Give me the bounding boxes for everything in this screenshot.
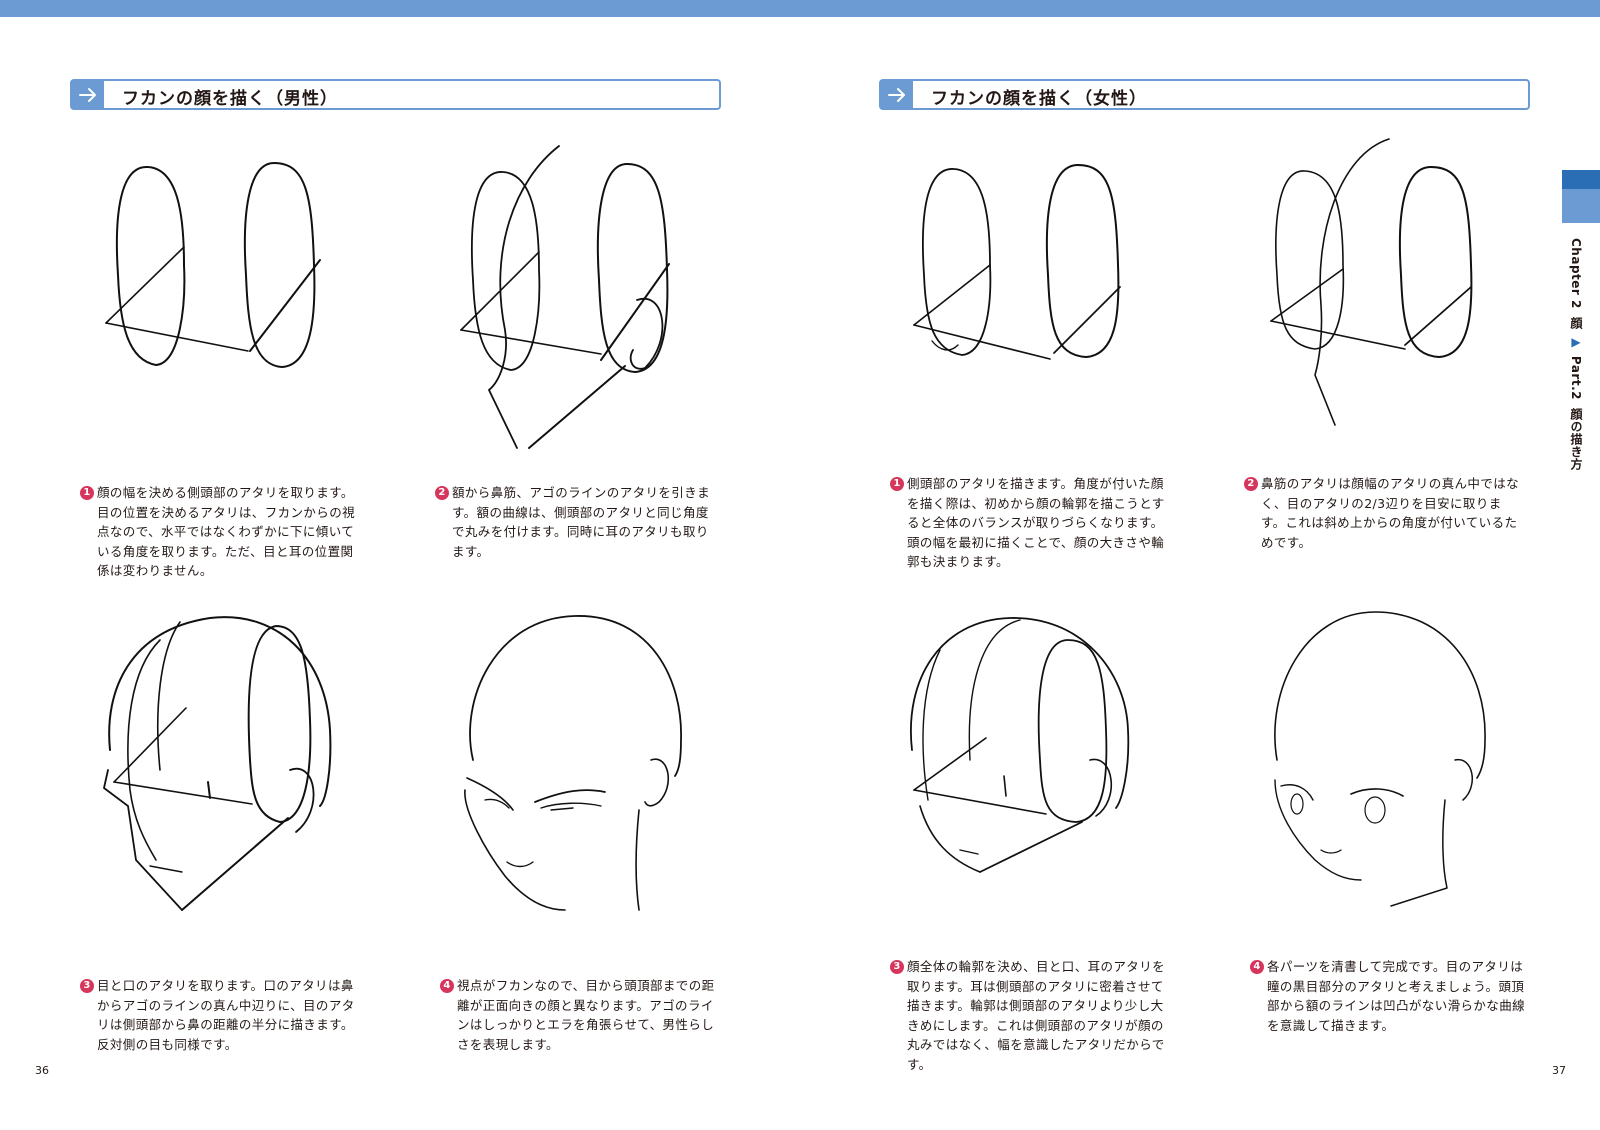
female-step3-caption: 3 顔全体の輪郭を決め、目と口、耳のアタリを取ります。耳は側頭部のアタリに密着さ… bbox=[890, 957, 1168, 1075]
female-step4-sketch bbox=[1265, 610, 1505, 920]
female-step2-sketch bbox=[1265, 135, 1505, 435]
chapter-name: 顔 bbox=[1569, 316, 1583, 330]
step-number: 1 bbox=[80, 486, 94, 500]
step-number: 4 bbox=[440, 979, 454, 993]
male-step3-caption: 3 目と口のアタリを取ります。口のアタリは鼻からアゴのラインの真ん中辺りに、目の… bbox=[80, 976, 358, 1054]
female-step3-sketch bbox=[900, 610, 1140, 900]
step-number: 3 bbox=[80, 979, 94, 993]
page-number-left: 36 bbox=[35, 1064, 49, 1077]
male-step2-caption: 2 額から鼻筋、アゴのラインのアタリを引きます。額の曲線は、側頭部のアタリと同じ… bbox=[435, 483, 717, 561]
male-step3-sketch bbox=[100, 610, 340, 930]
triangle-icon: ▶ bbox=[1569, 335, 1583, 350]
female-step2-caption: 2 鼻筋のアタリは顔幅のアタリの真ん中ではなく、目のアタリの2/3辺りを目安に取… bbox=[1244, 474, 1526, 552]
female-step1-sketch bbox=[910, 155, 1150, 385]
female-step4-caption: 4 各パーツを清書して完成です。目のアタリは瞳の黒目部分のアタリと考えましょう。… bbox=[1250, 957, 1528, 1035]
step-text: 額から鼻筋、アゴのラインのアタリを引きます。額の曲線は、側頭部のアタリと同じ角度… bbox=[452, 485, 711, 559]
chapter-label: Chapter 2 bbox=[1569, 238, 1583, 309]
step-number: 2 bbox=[1244, 477, 1258, 491]
male-step4-caption: 4 視点がフカンなので、目から頭頂部までの距離が正面向きの顔と異なります。アゴの… bbox=[440, 976, 718, 1054]
section-title: フカンの顔を描く（女性） bbox=[931, 89, 1147, 109]
female-step1-caption: 1 側頭部のアタリを描きます。角度が付いた顔を描く際は、初めから顔の輪郭を描こう… bbox=[890, 474, 1168, 572]
chapter-tab-marker bbox=[1562, 170, 1600, 189]
part-name: 顔の描き方 bbox=[1569, 408, 1583, 471]
step-number: 1 bbox=[890, 477, 904, 491]
chapter-side-label: Chapter 2 顔 ▶ Part.2 顔の描き方 bbox=[1568, 238, 1585, 471]
part-label: Part.2 bbox=[1569, 355, 1583, 400]
top-color-bar bbox=[0, 0, 1600, 17]
step-text: 側頭部のアタリを描きます。角度が付いた顔を描く際は、初めから顔の輪郭を描こうとす… bbox=[907, 476, 1165, 570]
step-number: 4 bbox=[1250, 960, 1264, 974]
male-step2-sketch bbox=[455, 140, 695, 460]
step-text: 目と口のアタリを取ります。口のアタリは鼻からアゴのラインの真ん中辺りに、目のアタ… bbox=[97, 978, 355, 1052]
section-header-female: フカンの顔を描く（女性） bbox=[879, 79, 1530, 110]
arrow-right-icon bbox=[881, 81, 913, 108]
step-text: 顔全体の輪郭を決め、目と口、耳のアタリを取ります。耳は側頭部のアタリに密着させて… bbox=[907, 959, 1166, 1072]
male-step4-sketch bbox=[455, 610, 695, 930]
section-header-male: フカンの顔を描く（男性） bbox=[70, 79, 721, 110]
step-number: 3 bbox=[890, 960, 904, 974]
step-number: 2 bbox=[435, 486, 449, 500]
step-text: 顔の幅を決める側頭部のアタリを取ります。目の位置を決めるアタリは、フカンからの視… bbox=[97, 485, 356, 579]
male-step1-caption: 1 顔の幅を決める側頭部のアタリを取ります。目の位置を決めるアタリは、フカンから… bbox=[80, 483, 358, 581]
step-text: 各パーツを清書して完成です。目のアタリは瞳の黒目部分のアタリと考えましょう。頭頂… bbox=[1267, 959, 1526, 1033]
male-step1-sketch bbox=[100, 155, 340, 385]
step-text: 鼻筋のアタリは顔幅のアタリの真ん中ではなく、目のアタリの2/3辺りを目安に取りま… bbox=[1261, 476, 1520, 550]
section-title: フカンの顔を描く（男性） bbox=[122, 89, 338, 109]
arrow-right-icon bbox=[72, 81, 104, 108]
page-number-right: 37 bbox=[1552, 1064, 1566, 1077]
step-text: 視点がフカンなので、目から頭頂部までの距離が正面向きの顔と異なります。アゴのライ… bbox=[457, 978, 715, 1052]
chapter-tab-marker-light bbox=[1562, 189, 1600, 223]
